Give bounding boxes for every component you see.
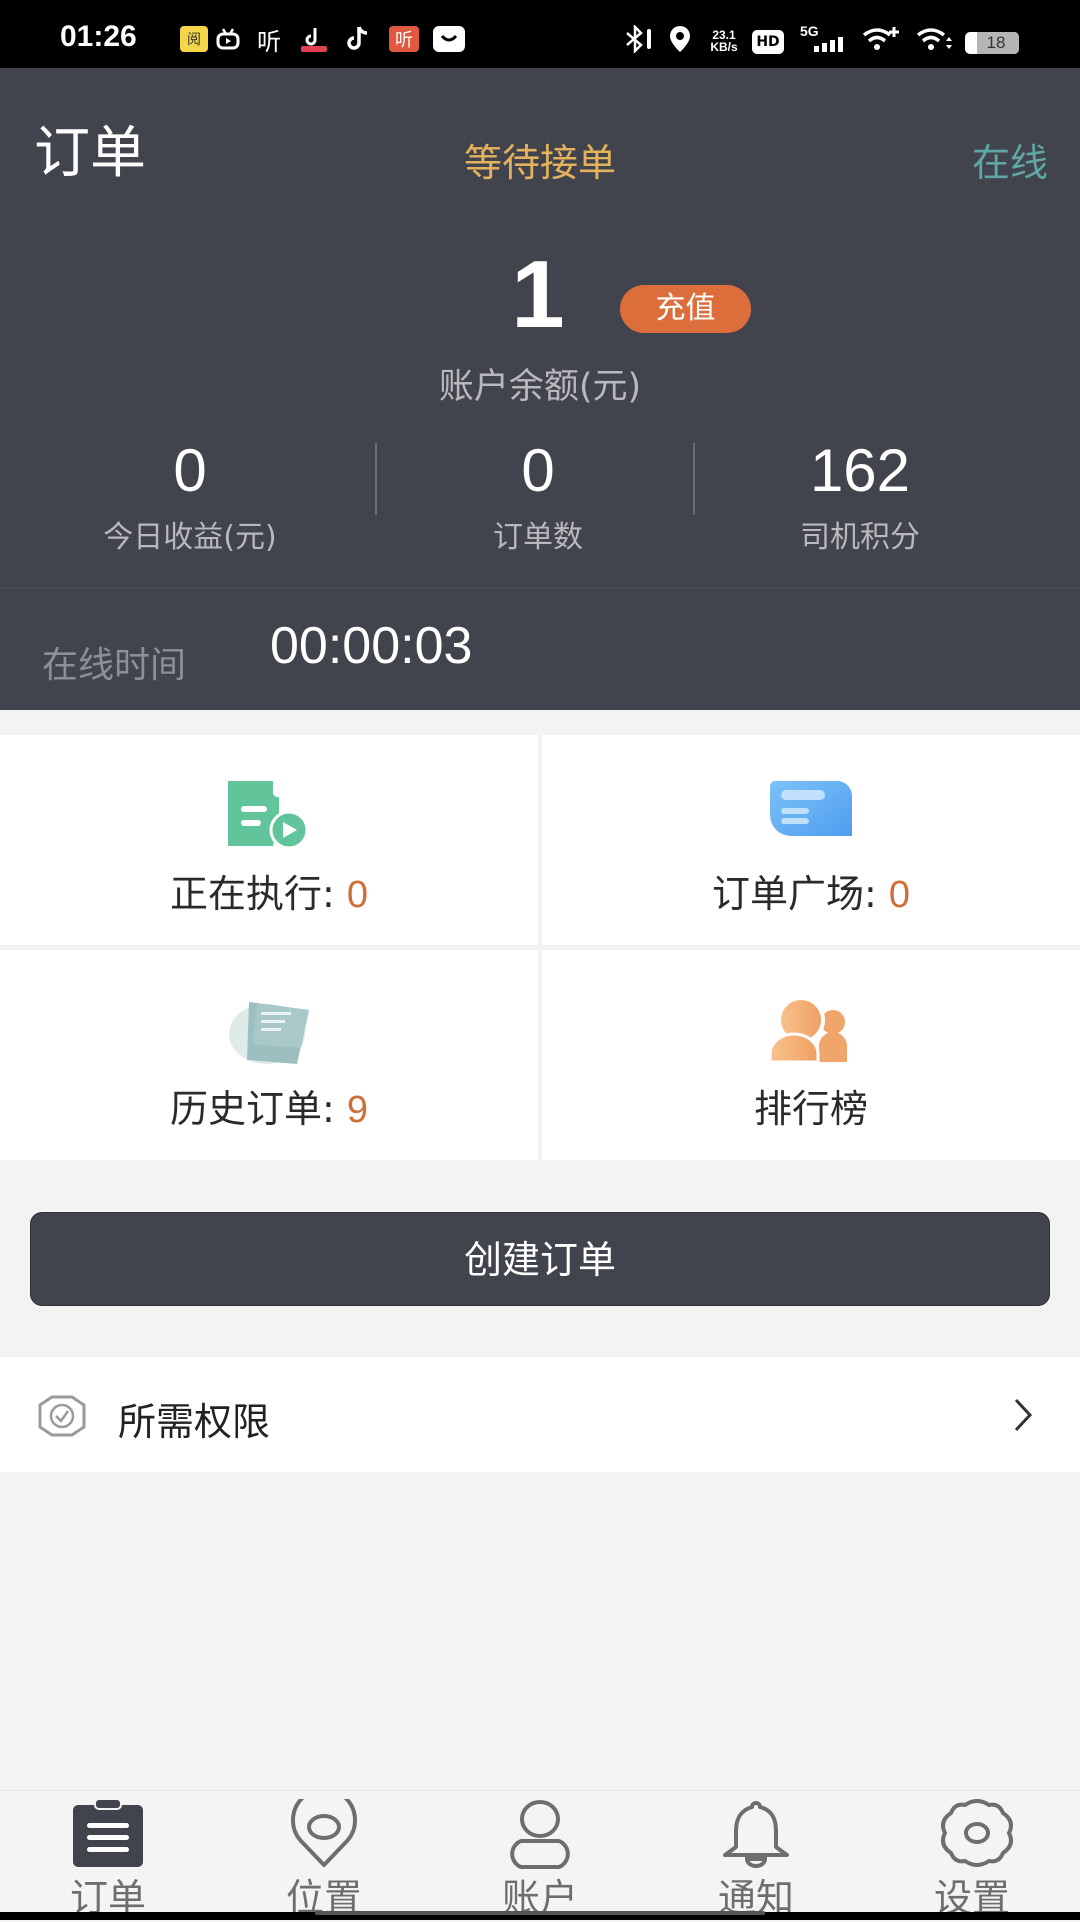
tab-location[interactable]: 位置 — [216, 1787, 432, 1920]
card-title: 历史订单: — [169, 1087, 335, 1131]
recharge-button[interactable]: 充值 — [620, 285, 751, 333]
status-time: 01:26 — [60, 20, 137, 53]
gear-icon — [937, 1799, 1013, 1869]
stat-value: 162 — [809, 437, 911, 504]
card-history[interactable]: 历史订单: 9 — [0, 950, 538, 1160]
balance-label: 账户余额(元) — [438, 367, 642, 407]
location-pin-icon — [289, 1787, 359, 1869]
svg-text:5G: 5G — [800, 24, 819, 39]
stat-label: 订单数 — [493, 520, 583, 555]
card-label: 正在执行: 0 — [0, 863, 538, 918]
clipboard-icon — [73, 1798, 143, 1869]
stat-value: 0 — [521, 437, 555, 504]
balance-amount: 1 — [511, 241, 565, 348]
order-square-icon — [542, 780, 1080, 838]
stat-order-count: 0 订单数 — [358, 436, 718, 556]
order-status: 等待接单 — [463, 141, 616, 185]
executing-order-icon — [0, 780, 538, 850]
card-title: 正在执行: — [169, 872, 335, 916]
battery-icon: 18 — [965, 32, 1019, 54]
tab-account[interactable]: 账户 — [432, 1791, 648, 1920]
message-icon — [433, 26, 465, 52]
header: 订单 等待接单 在线 1 充值 账户余额(元) 0 今日收益(元) 0 订单数 … — [0, 68, 1080, 710]
network-speed: 23.1 KB/s — [706, 28, 742, 54]
card-label: 排行榜 — [542, 1078, 1080, 1133]
permissions-row[interactable]: 所需权限 — [0, 1357, 1080, 1472]
signal-icon: 5G — [798, 24, 846, 52]
bluetooth-icon — [622, 25, 656, 53]
card-order-square[interactable]: 订单广场: 0 — [542, 735, 1080, 945]
online-toggle[interactable]: 在线 — [972, 132, 1048, 187]
permissions-label: 所需权限 — [118, 1400, 271, 1444]
status-bar: 01:26 阅 听 听 23.1 KB/s HD 5G 18 — [0, 0, 1080, 68]
network-speed-unit: KB/s — [710, 40, 738, 54]
reading-app-icon: 阅 — [180, 26, 208, 52]
stat-today-income: 0 今日收益(元) — [10, 436, 370, 556]
wifi-plus-icon — [860, 26, 900, 52]
card-count: 0 — [888, 874, 911, 916]
bilibili-icon — [213, 26, 243, 52]
douyin-icon — [344, 26, 374, 52]
shield-check-icon — [38, 1395, 86, 1441]
card-executing[interactable]: 正在执行: 0 — [0, 735, 538, 945]
history-order-icon — [0, 998, 538, 1066]
stat-label: 今日收益(元) — [103, 520, 277, 555]
listen-app-red-icon: 听 — [389, 26, 419, 52]
wifi-icon — [914, 26, 954, 52]
card-leaderboard[interactable]: 排行榜 — [542, 950, 1080, 1160]
user-icon — [505, 1799, 575, 1869]
listen-app-icon: 听 — [257, 27, 281, 56]
stat-value: 0 — [173, 437, 207, 504]
battery-level: 18 — [986, 33, 1006, 52]
stat-label: 司机积分 — [800, 520, 920, 555]
stat-driver-points: 162 司机积分 — [680, 436, 1040, 556]
create-order-button[interactable]: 创建订单 — [30, 1212, 1050, 1306]
bell-icon — [721, 1799, 791, 1869]
header-divider — [0, 588, 1080, 589]
hd-icon: HD — [752, 30, 784, 54]
chevron-right-icon — [1012, 1397, 1036, 1437]
card-label: 订单广场: 0 — [542, 863, 1080, 918]
online-time-label: 在线时间 — [42, 645, 187, 686]
online-time-value: 00:00:03 — [270, 617, 473, 675]
card-label: 历史订单: 9 — [0, 1078, 538, 1133]
card-count: 9 — [346, 1089, 369, 1131]
leaderboard-icon — [542, 998, 1080, 1064]
location-icon — [666, 26, 694, 52]
card-title: 订单广场: — [711, 872, 877, 916]
bottom-tab-bar: 订单 位置 账户 通知 设置 — [0, 1787, 1080, 1920]
tab-notifications[interactable]: 通知 — [648, 1791, 864, 1920]
tab-orders[interactable]: 订单 — [0, 1791, 216, 1920]
card-count: 0 — [346, 874, 369, 916]
card-title: 排行榜 — [753, 1087, 868, 1131]
home-indicator[interactable] — [315, 1911, 765, 1915]
balance-value: 1 — [0, 240, 1080, 350]
tab-settings[interactable]: 设置 — [864, 1791, 1080, 1920]
douyin-lite-icon — [297, 26, 331, 52]
